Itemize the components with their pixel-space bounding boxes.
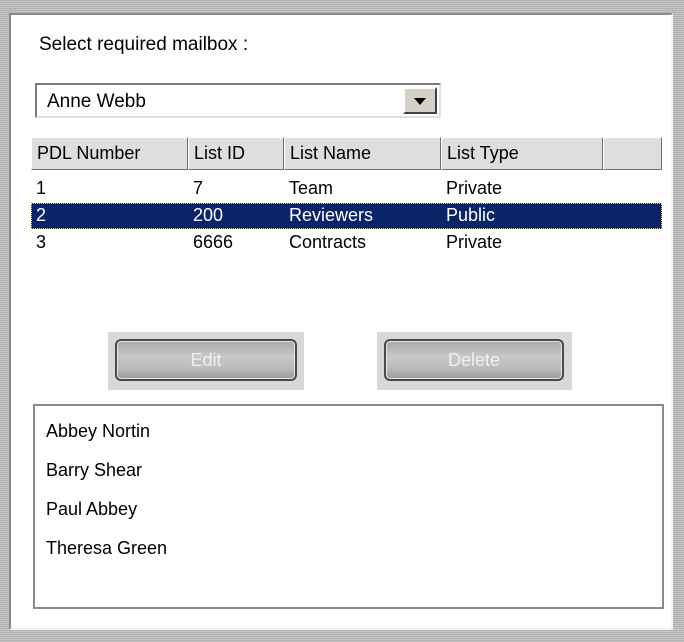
mailbox-dropdown-value: Anne Webb [47, 91, 146, 112]
list-item[interactable]: Paul Abbey [46, 497, 137, 521]
cell-list-name: Team [289, 178, 334, 198]
delete-button-frame: Delete [377, 332, 572, 390]
mailbox-dropdown[interactable]: Anne Webb [35, 83, 441, 118]
pdl-table-header: PDL Number List ID List Name List Type [31, 137, 662, 170]
delete-button[interactable]: Delete [384, 339, 564, 381]
cell-pdl-number: 2 [36, 205, 47, 225]
column-header-list-name[interactable]: List Name [284, 137, 441, 170]
table-row-selected[interactable]: 2 200 Reviewers Public [31, 203, 662, 229]
cell-list-type: Public [446, 205, 496, 225]
list-item[interactable]: Theresa Green [46, 536, 167, 560]
column-header-list-id[interactable]: List ID [188, 137, 284, 170]
cell-list-type: Private [446, 178, 503, 198]
cell-list-id: 200 [193, 205, 224, 225]
members-list[interactable]: Abbey Nortin Barry Shear Paul Abbey Ther… [33, 404, 664, 609]
cell-pdl-number: 1 [36, 178, 47, 198]
cell-list-type: Private [446, 232, 503, 252]
list-item[interactable]: Abbey Nortin [46, 419, 150, 443]
cell-list-id: 6666 [193, 232, 234, 252]
dropdown-toggle-button[interactable] [403, 87, 437, 114]
edit-button-frame: Edit [108, 332, 304, 390]
table-row[interactable]: 1 7 Team Private [31, 176, 662, 202]
edit-button[interactable]: Edit [115, 339, 297, 381]
list-item[interactable]: Barry Shear [46, 458, 142, 482]
column-header-pdl-number[interactable]: PDL Number [31, 137, 188, 170]
cell-list-name: Reviewers [289, 205, 374, 225]
cell-pdl-number: 3 [36, 232, 47, 252]
cell-list-id: 7 [193, 178, 204, 198]
mailbox-select-label: Select required mailbox : [39, 34, 249, 55]
column-header-list-type[interactable]: List Type [441, 137, 603, 170]
table-row[interactable]: 3 6666 Contracts Private [31, 230, 662, 256]
column-header-filler [603, 137, 662, 170]
chevron-down-icon [414, 98, 426, 105]
cell-list-name: Contracts [289, 232, 367, 252]
